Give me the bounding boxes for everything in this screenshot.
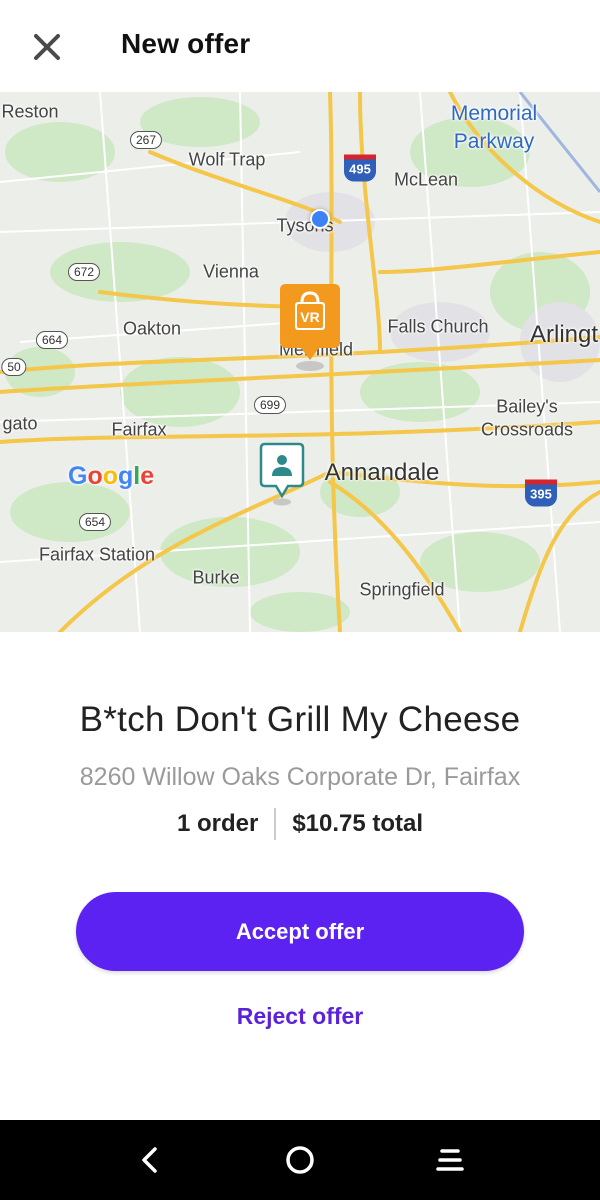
map-label-wolf-trap: Wolf Trap <box>188 149 266 170</box>
map-label-falls-church: Falls Church <box>387 316 489 337</box>
map-label-burke: Burke <box>192 567 240 588</box>
header: New offer <box>0 0 600 92</box>
map-label-gato: gato <box>2 413 38 434</box>
summary-divider <box>274 808 277 840</box>
map-label-crossroads: Crossroads <box>480 419 574 440</box>
page-title: New offer <box>121 28 251 59</box>
accept-offer-button[interactable]: Accept offer <box>76 892 524 971</box>
map-label-annandale: Annandale <box>324 459 440 486</box>
order-count: 1 order <box>176 810 259 837</box>
store-pin-label: VR <box>300 309 319 325</box>
interstate-shield-395: 395 <box>525 479 557 507</box>
system-nav-bar <box>0 1120 600 1200</box>
restaurant-name: B*tch Don't Grill My Cheese <box>79 700 521 739</box>
order-summary: 1 order $10.75 total <box>0 808 600 840</box>
route-shield-672: 672 <box>67 263 101 281</box>
map-label-baileys: Bailey's <box>496 396 558 417</box>
map-view[interactable]: Reston Memorial Parkway Wolf Trap McLean… <box>0 92 600 632</box>
map-label-vienna: Vienna <box>203 261 259 282</box>
current-location-dot <box>310 209 330 229</box>
reject-offer-button[interactable]: Reject offer <box>0 1003 600 1030</box>
back-icon[interactable] <box>130 1140 170 1180</box>
store-pin-icon[interactable]: VR <box>277 284 343 372</box>
menu-icon[interactable] <box>430 1140 470 1180</box>
route-shield-654: 654 <box>78 513 112 531</box>
map-label-springfield: Springfield <box>359 579 445 600</box>
map-label-fairfax: Fairfax <box>111 419 167 440</box>
route-shield-699: 699 <box>253 396 287 414</box>
interstate-shield-495: 495 <box>344 154 376 182</box>
route-shield-664: 664 <box>35 331 69 349</box>
map-label-arlington: Arlingt <box>529 321 599 348</box>
map-label-fairfax-station: Fairfax Station <box>38 544 156 565</box>
route-shield-50: 50 <box>1 358 27 376</box>
map-label-mclean: McLean <box>393 169 459 190</box>
map-label-memorial: Memorial <box>450 102 538 125</box>
map-label-oakton: Oakton <box>122 318 182 339</box>
customer-pin-icon[interactable] <box>258 442 306 506</box>
google-logo: Google <box>68 462 155 490</box>
order-total: $10.75 total <box>292 810 424 837</box>
close-icon[interactable] <box>28 28 66 66</box>
restaurant-address: 8260 Willow Oaks Corporate Dr, Fairfax <box>79 763 521 791</box>
route-shield-267: 267 <box>129 131 163 149</box>
map-label-reston: Reston <box>1 101 59 122</box>
home-icon[interactable] <box>280 1140 320 1180</box>
map-label-parkway: Parkway <box>453 130 535 153</box>
